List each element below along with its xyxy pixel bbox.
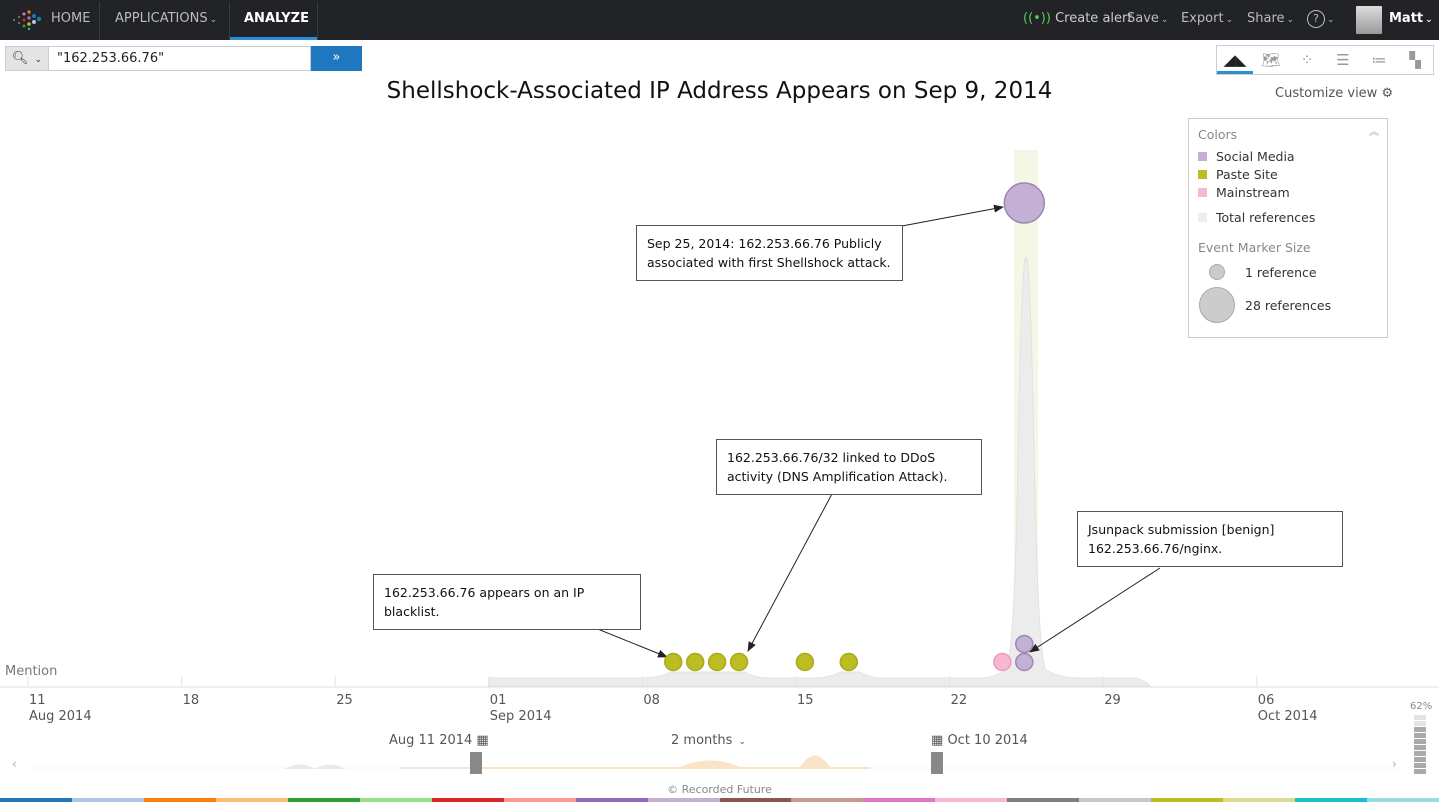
- color-swatch: [647, 798, 720, 802]
- color-swatch: [1367, 798, 1439, 802]
- color-swatch: [791, 798, 864, 802]
- color-swatch: [71, 798, 144, 802]
- legend-label: Paste Site: [1216, 167, 1278, 182]
- legend-colors-heading: Colors: [1198, 127, 1238, 142]
- axis-tick: 25: [336, 693, 353, 709]
- color-swatch: [359, 798, 432, 802]
- legend-label: Mainstream: [1216, 185, 1290, 200]
- brush-end-date[interactable]: ▦ Oct 10 2014: [931, 733, 1028, 748]
- axis-tick: 22: [951, 693, 968, 709]
- size-label: 28 references: [1245, 298, 1332, 313]
- color-swatch: [503, 798, 576, 802]
- color-swatch: [431, 798, 504, 802]
- axis-tick: 08: [643, 693, 660, 709]
- event-marker[interactable]: [1015, 652, 1034, 672]
- legend-item-paste: Paste Site: [1198, 167, 1278, 182]
- axis-tick: 06 Oct 2014: [1258, 693, 1318, 725]
- event-marker[interactable]: [839, 652, 859, 672]
- copyright: © Recorded Future: [667, 783, 772, 796]
- color-swatch: [1295, 798, 1368, 802]
- tick-day: 29: [1104, 693, 1121, 708]
- tick-day: 11: [29, 693, 46, 708]
- event-marker[interactable]: [707, 652, 727, 672]
- zoom-level: 62%: [1410, 701, 1433, 712]
- brush-start-date[interactable]: Aug 11 2014 ▦: [389, 733, 489, 748]
- tick-day: 01: [489, 693, 507, 708]
- range-label: 2 months: [671, 733, 733, 748]
- callout-arrow: [1029, 567, 1161, 653]
- tick-day: 06: [1257, 693, 1275, 708]
- brush-handle-left[interactable]: [470, 752, 482, 774]
- collapse-icon[interactable]: ︽: [1369, 123, 1379, 138]
- event-marker[interactable]: [1015, 634, 1034, 654]
- legend-panel: Colors ︽ Social Media Paste Site Mainstr…: [1188, 118, 1388, 338]
- color-bar: [0, 798, 1439, 802]
- color-swatch: [1079, 798, 1152, 802]
- legend-item-mainstream: Mainstream: [1198, 185, 1290, 200]
- color-swatch: [935, 798, 1008, 802]
- color-swatch: [287, 798, 360, 802]
- callout-jsunpack[interactable]: Jsunpack submission [benign] 162.253.66.…: [1077, 511, 1343, 567]
- legend-item-total: Total references: [1198, 210, 1315, 225]
- event-marker[interactable]: [685, 652, 705, 672]
- color-swatch: [1151, 798, 1224, 802]
- legend-label: Social Media: [1216, 149, 1295, 164]
- small-marker-icon: [1209, 264, 1225, 280]
- brush-start-label: Aug 11 2014: [389, 733, 473, 748]
- color-swatch: [575, 798, 648, 802]
- axis-tick: 29: [1104, 693, 1121, 709]
- color-swatch: [143, 798, 216, 802]
- tick-month: Oct 2014: [1257, 709, 1318, 724]
- zoom-slider[interactable]: [1414, 715, 1426, 775]
- legend-item-social: Social Media: [1198, 149, 1295, 164]
- callout-blacklist[interactable]: 162.253.66.76 appears on an IP blacklist…: [373, 574, 641, 630]
- legend-size-heading: Event Marker Size: [1198, 240, 1311, 255]
- calendar-icon: ▦: [476, 733, 489, 748]
- tick-month: Aug 2014: [29, 709, 92, 724]
- callout-ddos[interactable]: 162.253.66.76/32 linked to DDoS activity…: [716, 439, 982, 495]
- overview-area-orange: [476, 755, 870, 769]
- y-axis-label: Mention: [5, 664, 58, 679]
- color-swatch: [719, 798, 792, 802]
- event-marker[interactable]: [993, 652, 1012, 672]
- scroll-left-icon[interactable]: ‹: [12, 757, 17, 771]
- color-swatch: [1007, 798, 1080, 802]
- brush-end-label: Oct 10 2014: [947, 733, 1028, 748]
- chevron-down-icon: ⌄: [738, 737, 747, 747]
- tick-day: 15: [797, 693, 814, 708]
- callout-shellshock[interactable]: Sep 25, 2014: 162.253.66.76 Publicly ass…: [636, 225, 903, 281]
- calendar-icon: ▦: [931, 733, 944, 748]
- size-label: 1 reference: [1245, 265, 1317, 280]
- color-swatch: [215, 798, 288, 802]
- tick-day: 22: [950, 693, 968, 708]
- callout-arrow: [901, 204, 1004, 227]
- overview-timeline: ‹ ›: [12, 752, 1400, 774]
- event-marker[interactable]: [729, 652, 749, 672]
- event-marker[interactable]: [664, 652, 683, 672]
- color-swatch: [1223, 798, 1296, 802]
- legend-label: Total references: [1216, 210, 1316, 225]
- brush-handle-right[interactable]: [931, 752, 943, 774]
- event-marker[interactable]: [1003, 182, 1046, 224]
- axis-tick: 01 Sep 2014: [490, 693, 552, 725]
- event-marker[interactable]: [795, 652, 815, 672]
- large-marker-icon: [1199, 287, 1235, 323]
- color-swatch: [0, 798, 72, 802]
- range-dropdown[interactable]: 2 months ⌄: [671, 733, 746, 748]
- tick-day: 18: [182, 693, 200, 708]
- color-swatch: [863, 798, 936, 802]
- scroll-right-icon[interactable]: ›: [1392, 757, 1397, 771]
- overview-area-grey: [285, 764, 476, 769]
- axis-tick: 15: [797, 693, 814, 709]
- tick-day: 25: [336, 693, 353, 708]
- tick-day: 08: [643, 693, 660, 708]
- callout-arrow: [747, 491, 834, 652]
- axis-tick: 18: [183, 693, 200, 709]
- tick-month: Sep 2014: [489, 709, 552, 724]
- axis-tick: 11 Aug 2014: [29, 693, 92, 725]
